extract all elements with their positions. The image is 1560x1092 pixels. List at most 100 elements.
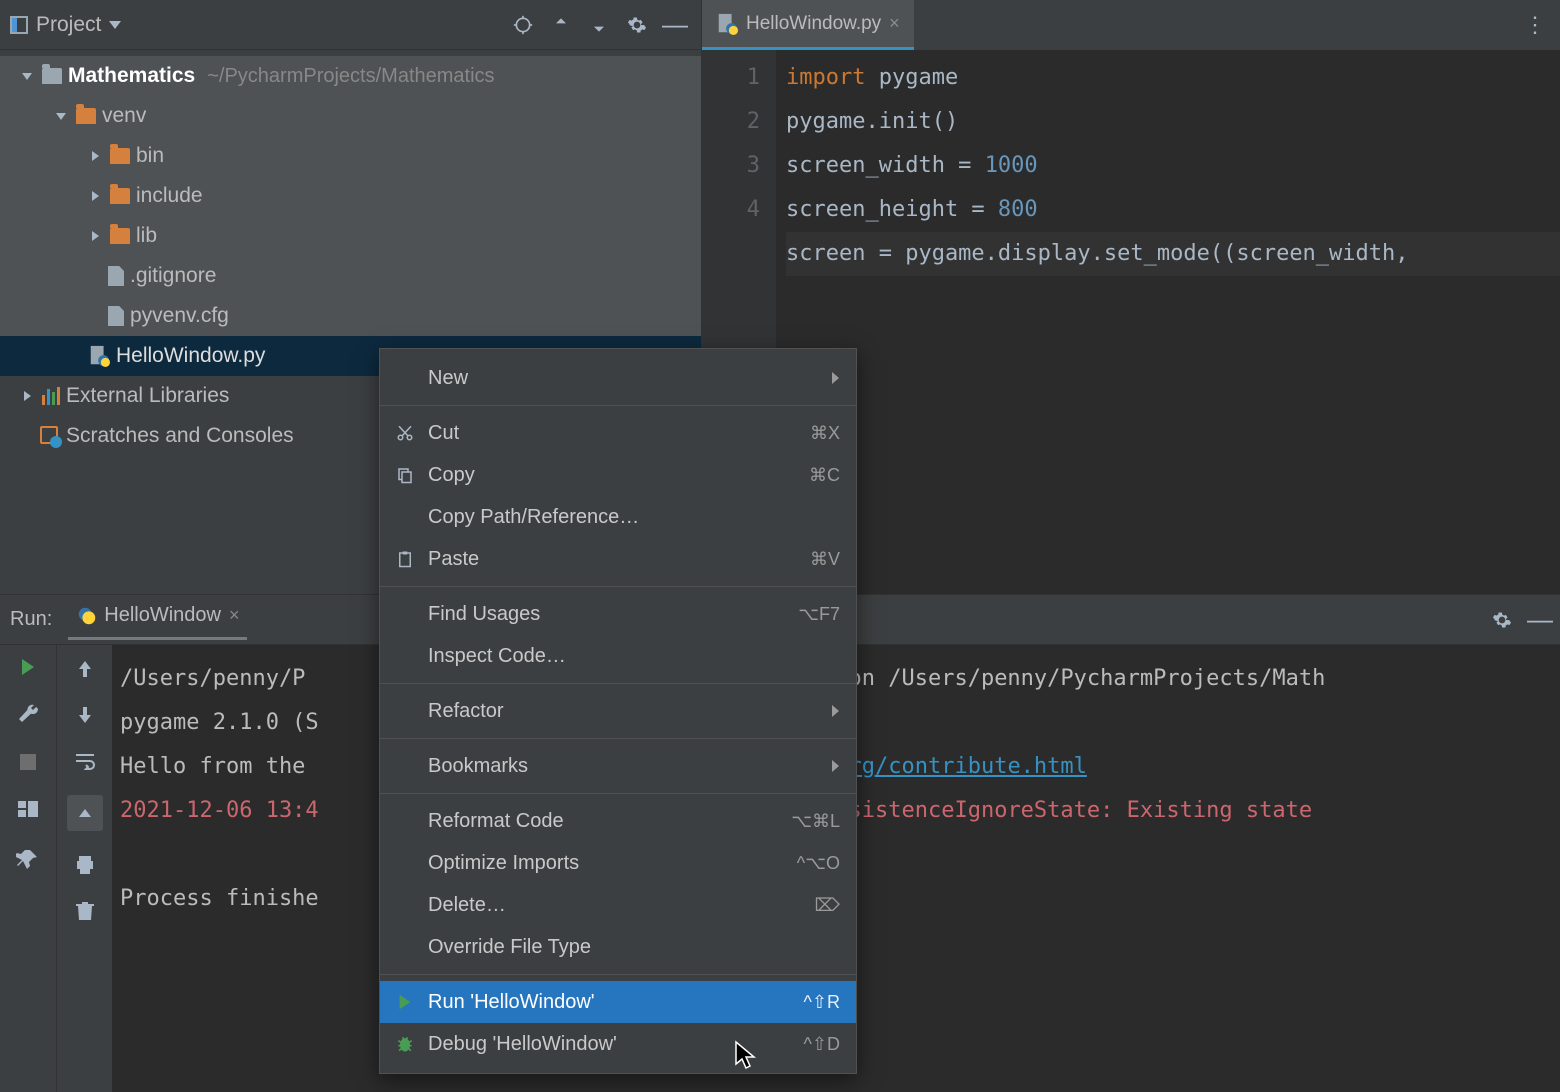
menu-item[interactable]: Refactor	[380, 690, 856, 732]
menu-item-label: Bookmarks	[428, 755, 820, 778]
menu-item[interactable]: Delete…⌦	[380, 884, 856, 926]
file-icon	[108, 266, 124, 286]
menu-item-label: Override File Type	[428, 936, 840, 959]
menu-item[interactable]: Debug 'HelloWindow'^⇧D	[380, 1023, 856, 1065]
menu-item-label: Inspect Code…	[428, 645, 840, 668]
scroll-to-end-icon[interactable]	[67, 795, 103, 831]
layout-icon[interactable]	[16, 797, 40, 821]
tree-file-gitignore[interactable]: .gitignore	[0, 256, 701, 296]
line-number: 2	[702, 100, 760, 144]
close-tab-icon[interactable]: ×	[889, 13, 900, 34]
settings-icon[interactable]	[627, 15, 647, 35]
run-settings-icon[interactable]	[1492, 610, 1512, 630]
menu-shortcut: ⌘X	[810, 423, 840, 444]
run-icon	[392, 993, 418, 1011]
line-number: 1	[702, 56, 760, 100]
down-icon[interactable]	[73, 703, 97, 727]
stop-icon[interactable]	[19, 753, 37, 771]
menu-item[interactable]: Bookmarks	[380, 745, 856, 787]
console-error: 2021-12-06 13:4	[120, 798, 319, 823]
collapse-all-icon[interactable]	[589, 15, 609, 35]
menu-separator	[380, 683, 856, 684]
folder-icon	[42, 68, 62, 84]
menu-item[interactable]: Copy Path/Reference…	[380, 496, 856, 538]
folder-label: bin	[136, 144, 164, 168]
cut-icon	[392, 424, 418, 442]
menu-separator	[380, 793, 856, 794]
pin-icon[interactable]	[16, 847, 40, 871]
folder-label: include	[136, 184, 203, 208]
folder-label: lib	[136, 224, 157, 248]
file-icon	[108, 306, 124, 326]
folder-icon	[110, 188, 130, 204]
project-view-icon	[10, 16, 28, 34]
menu-shortcut: ⌦	[815, 895, 840, 916]
file-label: HelloWindow.py	[116, 344, 265, 368]
paste-icon	[392, 550, 418, 568]
editor-tab[interactable]: HelloWindow.py ×	[702, 0, 914, 50]
file-label: pyvenv.cfg	[130, 304, 229, 328]
wrench-icon[interactable]	[16, 703, 40, 727]
trash-icon[interactable]	[73, 899, 97, 923]
code-keyword: import	[786, 65, 865, 90]
menu-item[interactable]: Cut ⌘X	[380, 412, 856, 454]
code-text: screen_height =	[786, 197, 998, 222]
menu-item[interactable]: Reformat Code⌥⌘L	[380, 800, 856, 842]
menu-item-label: Find Usages	[428, 603, 788, 626]
up-icon[interactable]	[73, 657, 97, 681]
menu-shortcut: ^⌥O	[797, 853, 840, 874]
locate-icon[interactable]	[513, 15, 533, 35]
run-tab[interactable]: HelloWindow ×	[68, 600, 247, 640]
menu-item[interactable]: Run 'HelloWindow' ^⇧R	[380, 981, 856, 1023]
console-text: pygame 2.1.0 (S	[120, 710, 319, 735]
menu-item[interactable]: Inspect Code…	[380, 635, 856, 677]
menu-item-label: Debug 'HelloWindow'	[428, 1033, 793, 1056]
menu-item[interactable]: Paste⌘V	[380, 538, 856, 580]
scratches-label: Scratches and Consoles	[66, 424, 294, 448]
menu-separator	[380, 586, 856, 587]
menu-item[interactable]: Copy⌘C	[380, 454, 856, 496]
soft-wrap-icon[interactable]	[73, 749, 97, 773]
menu-item[interactable]: New	[380, 357, 856, 399]
folder-icon	[110, 228, 130, 244]
hide-run-icon[interactable]: —	[1530, 610, 1550, 630]
tree-folder-include[interactable]: include	[0, 176, 701, 216]
python-file-icon	[716, 13, 738, 35]
python-file-icon	[88, 345, 110, 367]
project-header: Project —	[0, 0, 701, 50]
menu-item-label: Run 'HelloWindow'	[428, 991, 793, 1014]
tree-folder-lib[interactable]: lib	[0, 216, 701, 256]
line-number: 4	[702, 188, 760, 232]
editor-code[interactable]: import pygame pygame.init() screen_width…	[776, 50, 1560, 594]
tree-root[interactable]: Mathematics ~/PycharmProjects/Mathematic…	[0, 56, 701, 96]
project-dropdown-icon[interactable]	[109, 21, 121, 29]
menu-item[interactable]: Optimize Imports ^⌥O	[380, 842, 856, 884]
menu-shortcut: ⌥F7	[798, 604, 840, 625]
run-label: Run:	[10, 608, 52, 631]
folder-icon	[110, 148, 130, 164]
editor-more-icon[interactable]: ⋮	[1510, 0, 1560, 50]
print-icon[interactable]	[73, 853, 97, 877]
hide-panel-icon[interactable]: —	[665, 15, 685, 35]
menu-item[interactable]: Override File Type	[380, 926, 856, 968]
tree-venv[interactable]: venv	[0, 96, 701, 136]
menu-item-label: Cut	[428, 422, 800, 445]
run-mid-toolbar	[56, 645, 112, 1092]
tree-file-pyvenv[interactable]: pyvenv.cfg	[0, 296, 701, 336]
menu-item-label: Copy	[428, 464, 799, 487]
project-title: Project	[36, 13, 101, 37]
code-number: 800	[998, 197, 1038, 222]
menu-item[interactable]: Find Usages ⌥F7	[380, 593, 856, 635]
expand-all-icon[interactable]	[551, 15, 571, 35]
file-label: .gitignore	[130, 264, 216, 288]
menu-item-label: Optimize Imports	[428, 852, 787, 875]
folder-icon	[76, 108, 96, 124]
tree-folder-bin[interactable]: bin	[0, 136, 701, 176]
menu-shortcut: ^⇧R	[803, 992, 840, 1013]
rerun-icon[interactable]	[18, 657, 38, 677]
menu-shortcut: ⌘V	[810, 549, 840, 570]
code-text: pygame	[865, 65, 958, 90]
context-menu[interactable]: New Cut ⌘X Copy⌘CCopy Path/Reference…Paste⌘…	[379, 348, 857, 1074]
close-run-tab-icon[interactable]: ×	[229, 605, 240, 626]
run-tab-label: HelloWindow	[104, 604, 221, 627]
